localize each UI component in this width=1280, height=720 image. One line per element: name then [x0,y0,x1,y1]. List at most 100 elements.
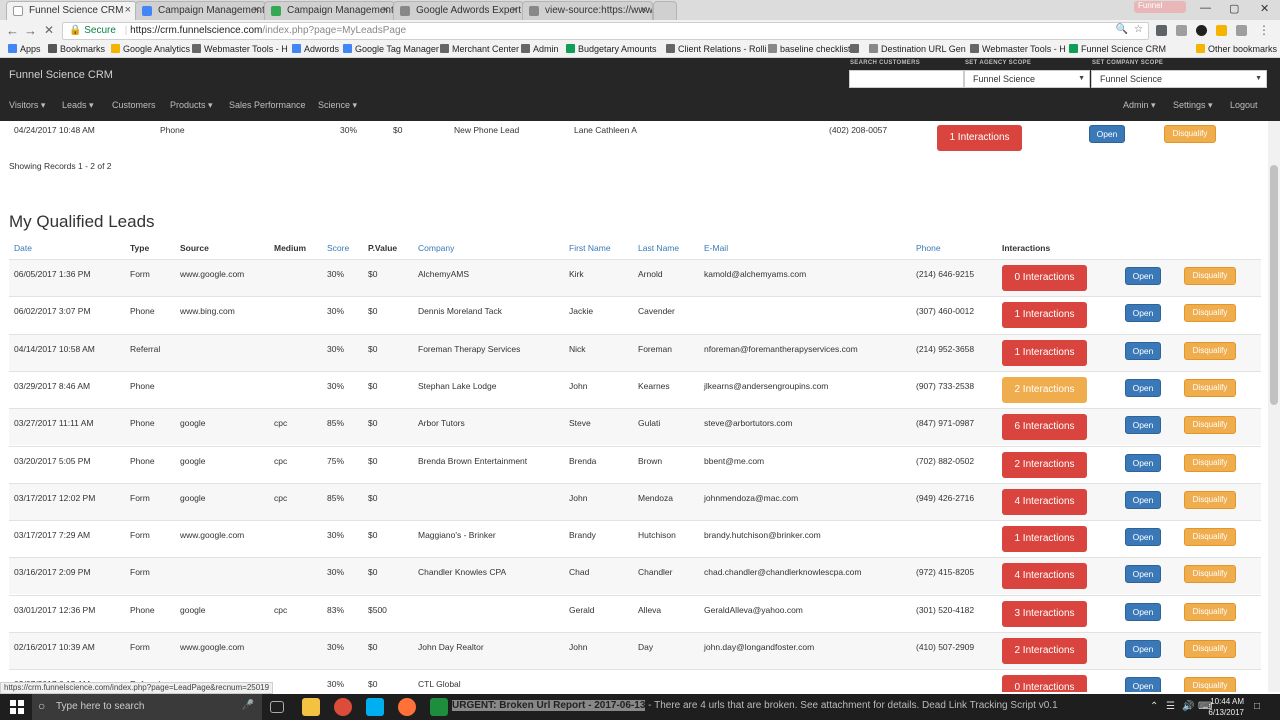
nav-products[interactable]: Products ▾ [170,100,213,111]
bookmark-item[interactable]: Merchant Center [440,44,519,54]
microphone-icon[interactable]: 🎤 [242,700,254,711]
address-bar[interactable]: 🔒 Secure | https://crm.funnelscience.com… [62,22,1149,40]
nav-sales-performance[interactable]: Sales Performance [229,100,306,110]
col-score[interactable]: Score [327,243,349,253]
new-tab-button[interactable] [653,1,677,20]
brand-title[interactable]: Funnel Science CRM [9,69,113,81]
chrome-icon[interactable] [334,698,352,716]
bookmark-item[interactable]: Apps [8,44,41,54]
disqualify-button[interactable]: Disqualify [1184,565,1236,584]
agency-scope-select[interactable]: Funnel Science ▼ [964,70,1090,88]
extension-icon[interactable] [1216,25,1227,36]
open-button[interactable]: Open [1125,490,1161,509]
extension-icon[interactable] [1156,25,1167,36]
open-button[interactable]: Open [1125,602,1161,621]
bookmark-item[interactable]: Webmaster Tools - H [970,44,1066,54]
notifications-icon[interactable]: □ [1254,701,1260,712]
interactions-button[interactable]: 4 Interactions [1002,488,1087,515]
stop-icon[interactable]: ✕ [44,23,54,37]
tray-chevron-icon[interactable]: ⌃ [1150,701,1158,712]
close-icon[interactable]: × [512,4,518,16]
nav-settings[interactable]: Settings ▾ [1173,100,1213,111]
extension-icon[interactable] [1176,25,1187,36]
col-first-name[interactable]: First Name [569,243,611,253]
nav-customers[interactable]: Customers [112,100,156,110]
col-email[interactable]: E-Mail [704,243,728,253]
volume-icon[interactable]: 🔊 [1182,701,1194,712]
browser-tab[interactable]: Funnel Science CRM × [6,1,137,20]
bookmark-item[interactable]: Webmaster Tools - H [192,44,288,54]
interactions-button[interactable]: 0 Interactions [1002,675,1087,692]
open-button[interactable]: Open [1125,528,1161,547]
close-icon[interactable]: ✕ [1260,2,1269,15]
bookmark-item[interactable]: Google Tag Manager [343,44,439,54]
minimize-icon[interactable]: — [1200,2,1211,14]
taskbar-search[interactable]: ○ Type here to search 🎤 [32,694,262,720]
interactions-button[interactable]: 2 Interactions [1002,638,1087,664]
bookmark-item[interactable]: Other bookmarks [1196,44,1277,54]
close-icon[interactable]: × [641,4,647,16]
extension-icon[interactable] [1236,25,1247,36]
disqualify-button[interactable]: Disqualify [1184,341,1236,360]
star-icon[interactable]: ☆ [1134,24,1143,35]
disqualify-button[interactable]: Disqualify [1184,378,1236,397]
file-explorer-icon[interactable] [302,698,320,716]
open-button[interactable]: Open [1125,453,1161,472]
camtasia-icon[interactable] [430,698,448,716]
search-customers-input[interactable] [849,70,964,88]
search-icon[interactable]: 🔍 [1116,24,1128,35]
disqualify-button[interactable]: Disqualify [1184,416,1236,435]
open-button[interactable]: Open [1125,565,1161,584]
prev-disqualify-button[interactable]: Disqualify [1164,125,1216,143]
close-icon[interactable]: × [383,4,389,16]
bookmark-item[interactable]: Google Analytics [111,44,190,54]
disqualify-button[interactable]: Disqualify [1184,453,1236,472]
interactions-button[interactable]: 6 Interactions [1002,414,1087,441]
col-phone[interactable]: Phone [916,243,941,253]
col-date[interactable]: Date [14,243,32,253]
disqualify-button[interactable]: Disqualify [1184,490,1236,509]
interactions-button[interactable]: 4 Interactions [1002,563,1087,590]
interactions-button[interactable]: 1 Interactions [1002,526,1087,553]
bookmark-item[interactable]: Adwords [292,44,339,54]
interactions-button[interactable]: 2 Interactions [1002,451,1087,478]
task-view-icon[interactable] [270,701,284,713]
nav-visitors[interactable]: Visitors ▾ [9,100,45,111]
browser-tab[interactable]: Campaign Management × [264,1,395,20]
open-button[interactable]: Open [1125,378,1161,397]
profile-button[interactable]: Funnel [1134,1,1186,13]
col-last-name[interactable]: Last Name [638,243,679,253]
bookmark-item[interactable]: Funnel Science CRM [1069,44,1166,54]
open-button[interactable]: Open [1125,640,1161,658]
skype-icon[interactable] [366,698,384,716]
bookmark-item[interactable]: Bookmarks [48,44,105,54]
browser-tab[interactable]: Campaign Management × [135,1,266,20]
open-button[interactable]: Open [1125,416,1161,435]
close-icon[interactable]: × [254,4,260,16]
firefox-icon[interactable] [398,698,416,716]
nav-admin[interactable]: Admin ▾ [1123,100,1156,111]
open-button[interactable]: Open [1125,304,1161,323]
disqualify-button[interactable]: Disqualify [1184,528,1236,547]
disqualify-button[interactable]: Disqualify [1184,304,1236,323]
browser-tab[interactable]: view-source:https://www. × [522,1,653,20]
open-button[interactable]: Open [1125,341,1161,360]
nav-science[interactable]: Science ▾ [318,100,357,111]
scrollbar-thumb[interactable] [1270,165,1278,405]
bookmark-item[interactable]: Destination URL Gen [869,44,966,54]
disqualify-button[interactable]: Disqualify [1184,267,1236,285]
disqualify-button[interactable]: Disqualify [1184,640,1236,658]
open-button[interactable]: Open [1125,677,1161,692]
bookmark-item[interactable]: Client Relations - Rolli [666,44,767,54]
bookmark-item[interactable] [850,44,862,54]
interactions-button[interactable]: 0 Interactions [1002,265,1087,291]
windows-start-icon[interactable] [10,700,24,714]
bookmark-item[interactable]: Admin [521,44,559,54]
company-scope-select[interactable]: Funnel Science ▼ [1091,70,1267,88]
clock[interactable]: 10:44 AM 6/13/2017 [1208,696,1244,718]
interactions-button[interactable]: 2 Interactions [1002,376,1087,403]
scrollbar[interactable] [1268,121,1280,692]
interactions-button[interactable]: 1 Interactions [1002,339,1087,366]
network-icon[interactable]: ☰ [1166,701,1175,712]
menu-icon[interactable]: ⋮ [1258,23,1270,37]
